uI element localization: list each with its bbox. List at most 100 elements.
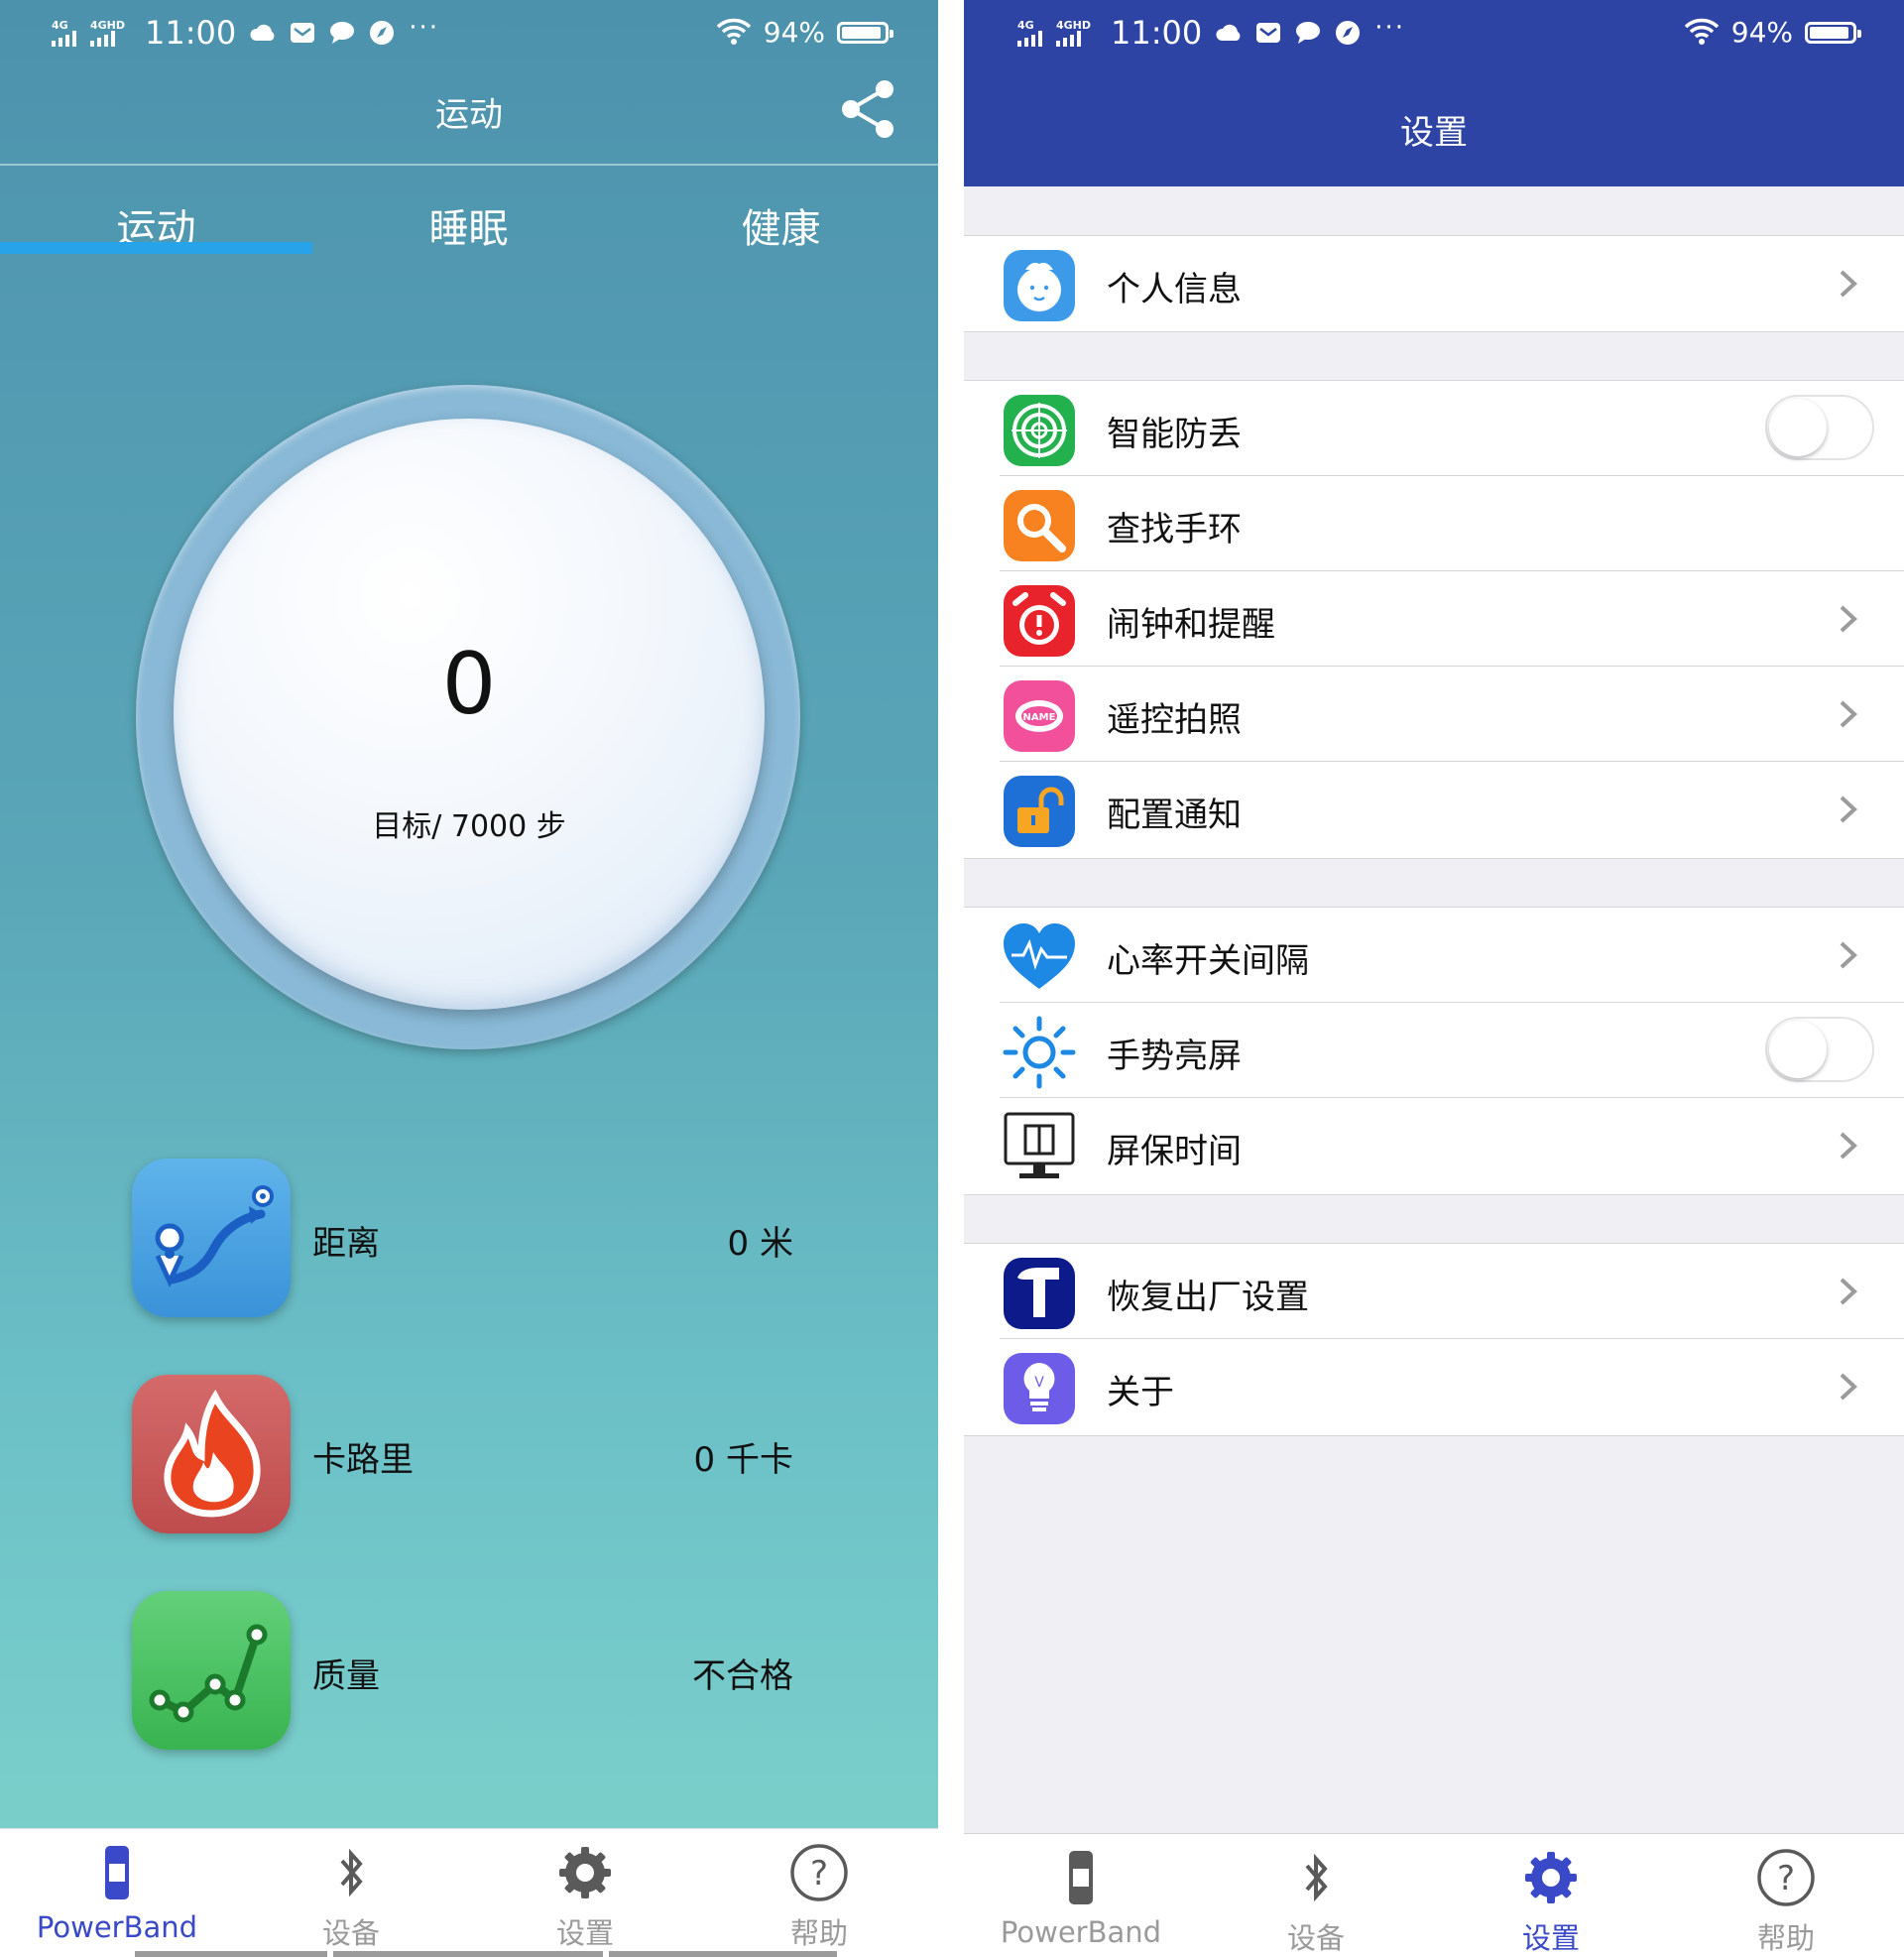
nav-powerband[interactable]: PowerBand: [982, 1834, 1180, 1957]
chevron-right-icon: [1837, 696, 1860, 732]
quality-label: 质量: [312, 1656, 380, 1696]
settings-row-about[interactable]: V 关于: [964, 1339, 1904, 1434]
flame-icon: [132, 1375, 291, 1533]
tab-health[interactable]: 健康: [625, 196, 937, 254]
band-icon: [87, 1843, 147, 1902]
gear-icon: [1521, 1848, 1581, 1907]
signal-4ghd-icon: 4GHD: [1056, 20, 1091, 47]
mail-icon: [1255, 20, 1281, 46]
settings-row-alarm[interactable]: 闹钟和提醒: [964, 571, 1904, 667]
settings-row-label: 关于: [1107, 1373, 1174, 1412]
anti-lost-toggle[interactable]: [1765, 395, 1874, 460]
nav-settings[interactable]: 设置: [486, 1829, 684, 1957]
status-time: 11:00: [145, 14, 237, 52]
bulb-icon: V: [1002, 1351, 1077, 1426]
tab-sleep[interactable]: 睡眠: [312, 196, 625, 254]
settings-group-band: 智能防丢 查找手环 闹钟和提醒 NAME 遥控拍照 配置通知: [964, 380, 1904, 859]
settings-row-label: 配置通知: [1107, 795, 1242, 835]
battery-percent: 94%: [1730, 16, 1793, 49]
settings-row-label: 智能防丢: [1107, 415, 1242, 454]
screen-icon: [1002, 1110, 1077, 1185]
settings-row-screensaver[interactable]: 屏保时间: [964, 1098, 1904, 1193]
search-icon: [1002, 488, 1077, 563]
target-icon: [1002, 393, 1077, 468]
chevron-right-icon: [1837, 1274, 1860, 1309]
bottom-nav: PowerBand 设备 设置 ? 帮助: [0, 1828, 938, 1957]
nav-label: 帮助: [789, 1916, 848, 1950]
settings-group-profile: 个人信息: [964, 235, 1904, 332]
page-title: 设置: [1400, 113, 1468, 153]
header-divider: [0, 164, 938, 166]
compass-icon: [369, 20, 395, 46]
settings-row-label: 恢复出厂设置: [1107, 1278, 1309, 1317]
nav-help[interactable]: ? 帮助: [720, 1829, 918, 1957]
sport-screen: 4G 4GHD 11:00 ··· 94% 运动 运动 睡眠 健康 0 目标/ …: [0, 0, 938, 1957]
chat-icon: [1295, 20, 1321, 46]
help-icon: ?: [1756, 1848, 1816, 1907]
nav-label: 设备: [1286, 1921, 1345, 1955]
settings-row-label: 个人信息: [1107, 270, 1242, 309]
settings-row-label: 遥控拍照: [1107, 700, 1242, 740]
settings-row-label: 心率开关间隔: [1107, 941, 1309, 981]
battery-percent: 94%: [763, 16, 825, 49]
quality-value: 不合格: [692, 1656, 793, 1696]
nav-label: 设置: [1521, 1921, 1580, 1955]
screen-gap: [938, 0, 964, 1957]
settings-row-heart-rate[interactable]: 心率开关间隔: [964, 908, 1904, 1003]
status-bar: 4G 4GHD 11:00 ··· 94%: [964, 0, 1904, 69]
nav-label: 设备: [321, 1916, 380, 1950]
calories-value: 0 千卡: [693, 1440, 793, 1480]
chevron-right-icon: [1837, 1369, 1860, 1405]
sun-icon: [1002, 1015, 1077, 1090]
calories-label: 卡路里: [312, 1440, 414, 1480]
nav-help[interactable]: ? 帮助: [1687, 1834, 1885, 1957]
step-count: 0: [441, 635, 497, 734]
svg-text:NAME: NAME: [1023, 712, 1056, 723]
status-time: 11:00: [1111, 14, 1203, 52]
scroll-indicator: [333, 1951, 603, 1957]
nav-settings[interactable]: 设置: [1452, 1834, 1650, 1957]
camera-remote-icon: NAME: [1002, 678, 1077, 754]
settings-row-factory-reset[interactable]: 恢复出厂设置: [964, 1244, 1904, 1339]
nav-label: PowerBand: [36, 1910, 198, 1944]
cloud-icon: [250, 20, 276, 46]
chevron-right-icon: [1837, 1128, 1860, 1163]
chevron-right-icon: [1837, 937, 1860, 973]
nav-label: 帮助: [1756, 1921, 1815, 1955]
settings-row-gesture-wake[interactable]: 手势亮屏: [964, 1003, 1904, 1098]
chat-icon: [329, 20, 355, 46]
status-bar: 4G 4GHD 11:00 ··· 94%: [0, 0, 938, 69]
settings-row-remote-camera[interactable]: NAME 遥控拍照: [964, 667, 1904, 762]
cloud-icon: [1216, 20, 1242, 46]
mail-icon: [290, 20, 315, 46]
settings-group-display: 心率开关间隔 手势亮屏 屏保时间: [964, 907, 1904, 1195]
signal-4g-icon: 4G: [1017, 20, 1042, 47]
settings-row-label: 查找手环: [1107, 510, 1242, 550]
bluetooth-icon: [321, 1843, 381, 1902]
nav-device[interactable]: 设备: [1217, 1834, 1415, 1957]
distance-label: 距离: [312, 1224, 380, 1264]
signal-4ghd-icon: 4GHD: [90, 20, 125, 47]
battery-icon: [837, 21, 893, 44]
hammer-icon: [1002, 1256, 1077, 1331]
settings-row-notifications[interactable]: 配置通知: [964, 762, 1904, 857]
chevron-right-icon: [1837, 266, 1860, 302]
nav-device[interactable]: 设备: [252, 1829, 450, 1957]
nav-powerband[interactable]: PowerBand: [18, 1829, 216, 1957]
active-tab-indicator: [0, 242, 312, 254]
battery-icon: [1805, 21, 1861, 44]
profile-icon: [1002, 248, 1077, 323]
settings-row-profile[interactable]: 个人信息: [964, 236, 1904, 331]
help-icon: ?: [789, 1843, 849, 1902]
step-goal: 目标/ 7000 步: [372, 809, 566, 844]
settings-group-system: 恢复出厂设置 V 关于: [964, 1243, 1904, 1436]
settings-row-anti-lost[interactable]: 智能防丢: [964, 381, 1904, 476]
gesture-wake-toggle[interactable]: [1765, 1017, 1874, 1082]
trend-icon: [132, 1591, 291, 1750]
nav-label: 设置: [555, 1916, 614, 1950]
scroll-indicator: [135, 1951, 327, 1957]
settings-row-find-band[interactable]: 查找手环: [964, 476, 1904, 571]
share-icon[interactable]: [839, 77, 898, 141]
chevron-right-icon: [1837, 792, 1860, 827]
settings-row-label: 屏保时间: [1107, 1132, 1242, 1171]
